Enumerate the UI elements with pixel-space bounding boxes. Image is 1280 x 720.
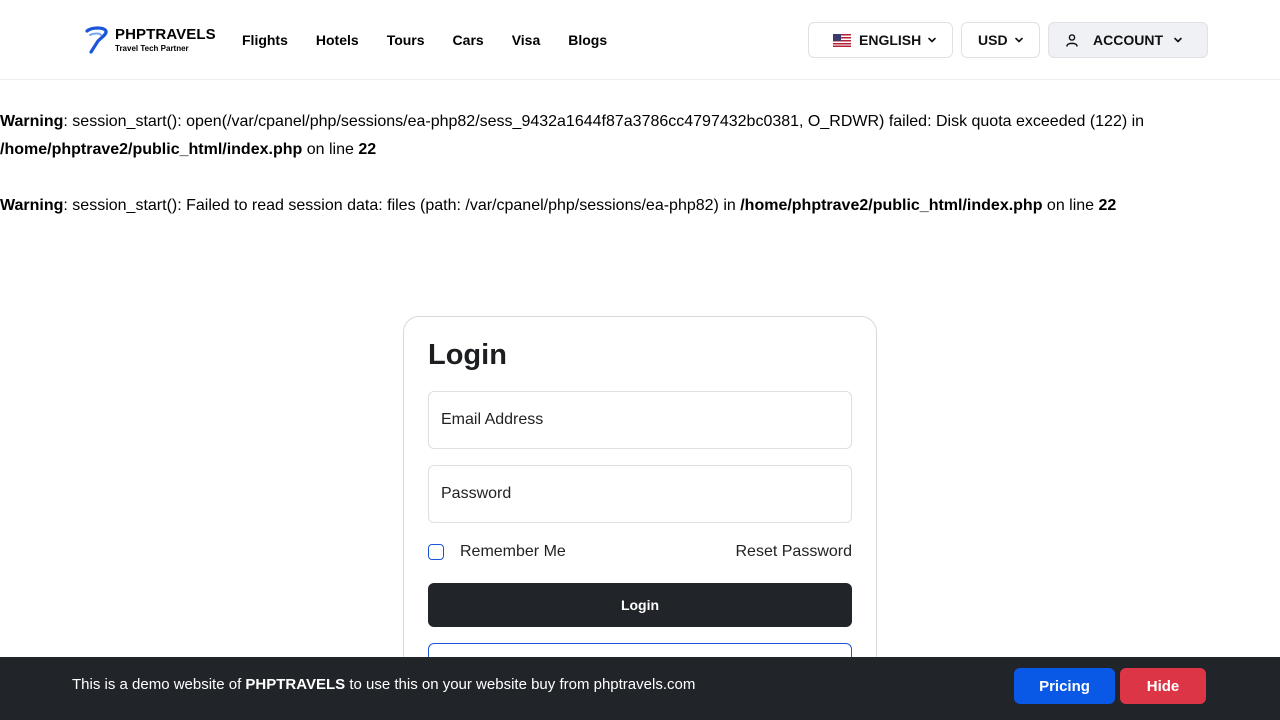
account-menu-button[interactable]: ACCOUNT xyxy=(1048,22,1208,58)
currency-selector[interactable]: USD xyxy=(961,22,1040,58)
login-title: Login xyxy=(428,339,507,371)
reset-password-link[interactable]: Reset Password xyxy=(736,543,853,561)
banner-brand: PHPTRAVELS xyxy=(245,676,346,693)
php-warning: Warning: session_start(): open(/var/cpan… xyxy=(0,108,1220,164)
language-label: ENGLISH xyxy=(859,32,922,48)
warning-file: /home/phptrave2/public_html/index.php xyxy=(740,197,1043,214)
nav-flights[interactable]: Flights xyxy=(242,30,288,50)
warning-label: Warning xyxy=(0,197,64,214)
demo-banner: This is a demo website of PHPTRAVELS to … xyxy=(0,657,1280,720)
warning-line-number: 22 xyxy=(1098,197,1117,214)
hide-button[interactable]: Hide xyxy=(1120,668,1206,704)
site-header: PHPTRAVELS Travel Tech Partner Flights H… xyxy=(0,0,1280,80)
nav-blogs[interactable]: Blogs xyxy=(568,30,607,50)
warning-label: Warning xyxy=(0,113,64,130)
logo-mark-icon xyxy=(85,26,108,54)
chevron-down-icon xyxy=(1174,37,1182,43)
language-selector[interactable]: ENGLISH xyxy=(808,22,953,58)
php-warning: Warning: session_start(): Failed to read… xyxy=(0,192,1220,220)
pricing-button[interactable]: Pricing xyxy=(1014,668,1115,704)
warning-line-text: on line xyxy=(1042,197,1099,214)
password-field[interactable] xyxy=(428,465,852,523)
main-nav: Flights Hotels Tours Cars Visa Blogs xyxy=(242,30,635,50)
email-field[interactable] xyxy=(428,391,852,449)
warning-message: : session_start(): open(/var/cpanel/php/… xyxy=(63,113,1145,130)
nav-cars[interactable]: Cars xyxy=(453,30,484,50)
us-flag-icon xyxy=(833,33,851,47)
currency-label: USD xyxy=(978,32,1008,48)
account-label: ACCOUNT xyxy=(1093,32,1163,48)
logo[interactable]: PHPTRAVELS Travel Tech Partner xyxy=(84,24,216,56)
nav-visa[interactable]: Visa xyxy=(512,30,541,50)
warning-message: : session_start(): Failed to read sessio… xyxy=(63,197,741,214)
nav-tours[interactable]: Tours xyxy=(387,30,425,50)
user-icon xyxy=(1066,34,1078,47)
logo-tagline: Travel Tech Partner xyxy=(115,44,189,53)
logo-name: PHPTRAVELS xyxy=(115,26,216,43)
remember-me[interactable]: Remember Me xyxy=(428,543,566,561)
demo-banner-text: This is a demo website of PHPTRAVELS to … xyxy=(72,676,696,693)
chevron-down-icon xyxy=(1014,37,1023,43)
warning-line-text: on line xyxy=(302,141,359,158)
chevron-down-icon xyxy=(928,37,937,43)
remember-me-label: Remember Me xyxy=(460,543,566,560)
nav-hotels[interactable]: Hotels xyxy=(316,30,359,50)
remember-me-checkbox[interactable] xyxy=(428,544,444,560)
login-button[interactable]: Login xyxy=(428,583,852,627)
warning-line-number: 22 xyxy=(358,141,377,158)
warning-file: /home/phptrave2/public_html/index.php xyxy=(0,141,303,158)
